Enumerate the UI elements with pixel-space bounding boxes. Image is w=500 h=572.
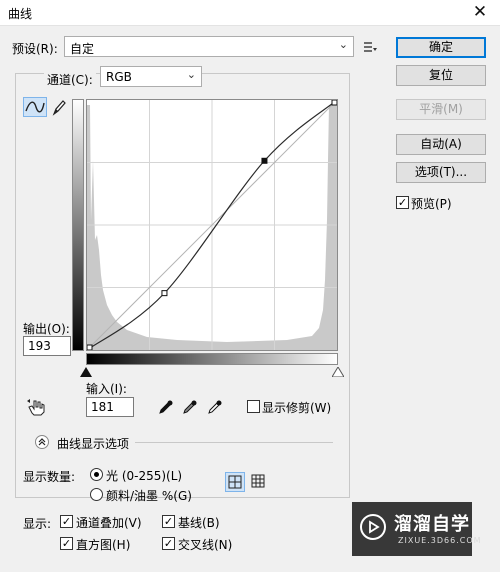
show-clipping-label: 显示修剪(W)	[262, 401, 332, 415]
watermark-url: ZIXUE.3D66.COM	[398, 536, 482, 545]
detailed-grid-icon[interactable]	[249, 472, 269, 492]
preview-label: 预览(P)	[411, 197, 452, 211]
channel-value: RGB	[106, 70, 132, 84]
preset-dropdown[interactable]: 自定 ⌄	[64, 36, 354, 57]
channel-label: 通道(C):	[44, 71, 96, 88]
play-logo-icon	[360, 514, 386, 540]
curve-graph[interactable]	[86, 99, 338, 351]
curve-control-point[interactable]	[87, 344, 93, 350]
dialog-title: 曲线	[8, 7, 33, 21]
curve-control-point[interactable]	[161, 290, 168, 297]
targeted-adjustment-icon[interactable]	[25, 397, 47, 417]
close-icon[interactable]: ✕	[470, 2, 490, 22]
options-button[interactable]: 选项(T)...	[396, 162, 486, 183]
pigment-radio[interactable]	[90, 488, 103, 501]
title-bar: 曲线 ✕	[0, 0, 500, 26]
input-gradient-bar	[86, 353, 338, 365]
chevron-down-icon: ⌄	[338, 38, 348, 51]
histogram-label: 直方图(H)	[76, 538, 131, 552]
white-eyedropper-icon[interactable]	[207, 399, 223, 415]
light-radio[interactable]	[90, 468, 103, 481]
simple-grid-icon[interactable]	[225, 472, 245, 492]
channel-overlays-checkbox[interactable]: ✓	[60, 515, 73, 528]
divider	[135, 442, 333, 443]
display-options-title: 曲线显示选项	[57, 437, 130, 451]
channel-dropdown[interactable]: RGB ⌄	[100, 66, 202, 87]
input-field[interactable]: 181	[86, 397, 134, 417]
white-point-slider[interactable]	[331, 366, 345, 378]
black-eyedropper-icon[interactable]	[158, 399, 174, 415]
watermark-brand: 溜溜自学	[394, 514, 470, 535]
pencil-icon[interactable]	[50, 97, 68, 117]
show-label: 显示:	[23, 517, 52, 531]
chevron-down-icon: ⌄	[186, 68, 196, 81]
channel-overlays-label: 通道叠加(V)	[76, 516, 142, 530]
curve-control-point[interactable]	[331, 100, 337, 106]
histogram-checkbox[interactable]: ✓	[60, 537, 73, 550]
preset-label: 预设(R):	[12, 42, 58, 56]
baseline-label: 基线(B)	[178, 516, 220, 530]
preset-value: 自定	[70, 42, 95, 56]
show-clipping-checkbox[interactable]	[247, 400, 260, 413]
curve-control-point[interactable]	[261, 157, 268, 164]
preview-checkbox[interactable]: ✓	[396, 196, 409, 209]
baseline-checkbox[interactable]: ✓	[162, 515, 175, 528]
input-label: 输入(I):	[86, 382, 127, 396]
show-amount-label: 显示数量:	[23, 470, 76, 484]
black-point-slider[interactable]	[80, 366, 92, 377]
pigment-radio-label: 颜料/油墨 %(G)	[106, 489, 192, 503]
auto-button[interactable]: 自动(A)	[396, 134, 486, 155]
gray-eyedropper-icon[interactable]	[182, 399, 198, 415]
watermark: 溜溜自学 ZIXUE.3D66.COM	[352, 502, 481, 556]
light-radio-label: 光 (0-255)(L)	[106, 469, 183, 483]
output-gradient-bar	[72, 99, 84, 351]
preset-menu-icon[interactable]	[362, 39, 378, 55]
intersection-checkbox[interactable]: ✓	[162, 537, 175, 550]
output-field[interactable]: 193	[23, 336, 71, 356]
smooth-button[interactable]: 平滑(M)	[396, 99, 486, 120]
ok-button[interactable]: 确定	[396, 37, 486, 58]
reset-button[interactable]: 复位	[396, 65, 486, 86]
curve-point-tool-icon[interactable]	[23, 97, 47, 117]
collapse-options-icon[interactable]	[35, 435, 49, 449]
output-label: 输出(O):	[23, 322, 70, 336]
intersection-label: 交叉线(N)	[178, 538, 233, 552]
